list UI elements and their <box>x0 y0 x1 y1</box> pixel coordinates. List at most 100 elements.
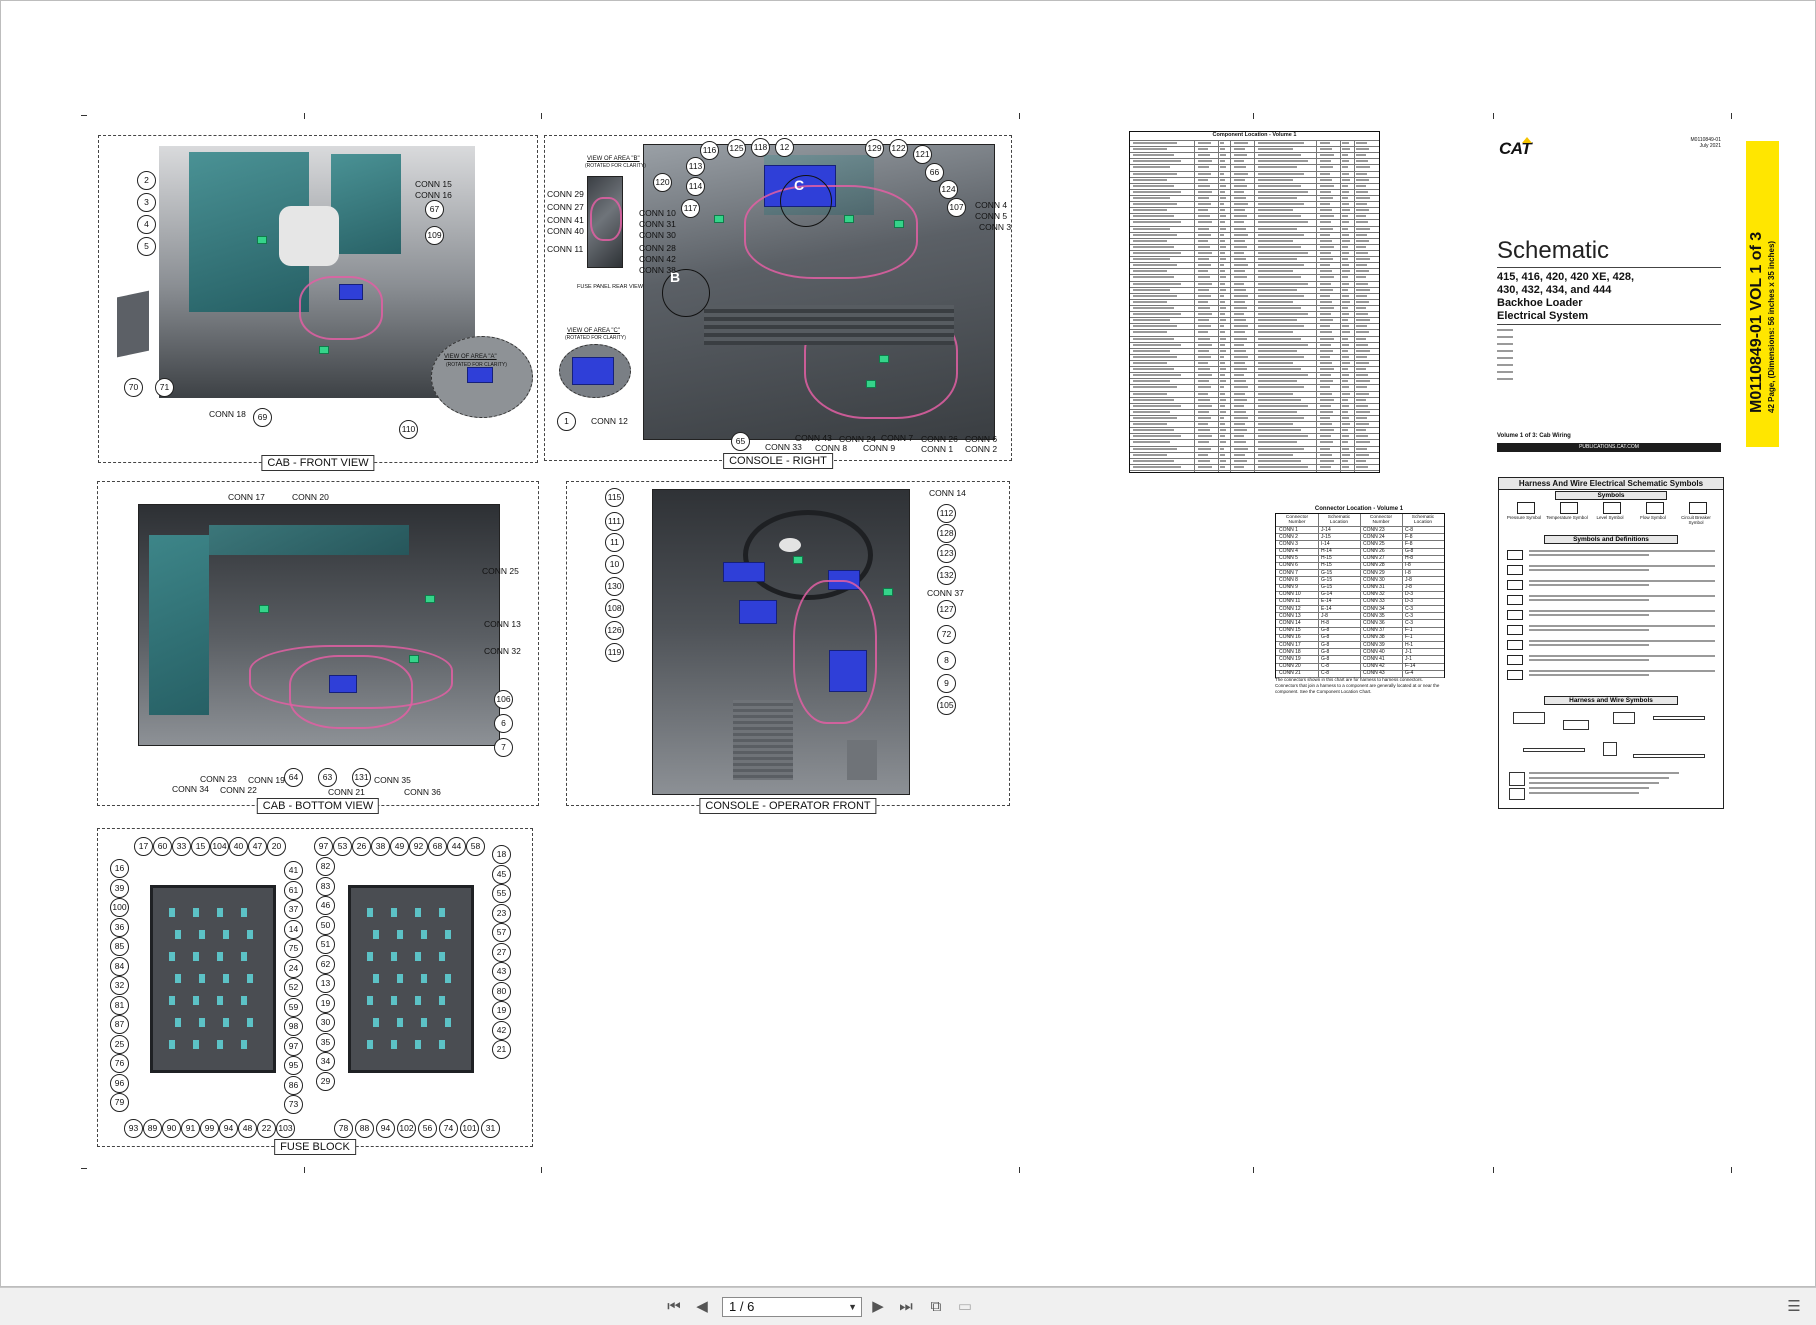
callout[interactable]: 108 <box>605 599 624 618</box>
callout[interactable]: 92 <box>409 837 428 856</box>
callout[interactable]: 93 <box>124 1119 143 1138</box>
callout[interactable]: 7 <box>494 738 513 757</box>
callout[interactable]: 111 <box>605 512 624 531</box>
callout[interactable]: 36 <box>110 917 129 937</box>
callout[interactable]: 34 <box>316 1052 335 1071</box>
callout[interactable]: 33 <box>172 837 191 856</box>
callout[interactable]: 68 <box>428 837 447 856</box>
callout[interactable]: 81 <box>110 995 129 1015</box>
callout[interactable]: 78 <box>334 1119 353 1138</box>
callout[interactable]: 71 <box>155 378 174 397</box>
callout[interactable]: 88 <box>355 1119 374 1138</box>
callout[interactable]: 51 <box>316 935 335 954</box>
callout[interactable]: 102 <box>397 1119 416 1138</box>
callout[interactable]: 22 <box>257 1119 276 1138</box>
callout[interactable]: 17 <box>134 837 153 856</box>
callout[interactable]: 8 <box>937 651 956 670</box>
callout[interactable]: 29 <box>316 1071 335 1091</box>
callout[interactable]: 1 <box>557 412 576 431</box>
callout[interactable]: 42 <box>492 1020 511 1040</box>
callout[interactable]: 50 <box>316 915 335 935</box>
callout[interactable]: 82 <box>316 857 335 876</box>
callout[interactable]: 72 <box>937 625 956 644</box>
last-page-icon[interactable]: ⏭ <box>896 1297 916 1317</box>
callout[interactable]: 130 <box>605 577 624 596</box>
callout[interactable]: 96 <box>110 1073 129 1093</box>
callout[interactable]: 60 <box>153 837 172 856</box>
callout[interactable]: 125 <box>727 139 746 158</box>
callout[interactable]: 53 <box>333 837 352 856</box>
callout[interactable]: 13 <box>316 974 335 993</box>
callout[interactable]: 73 <box>284 1095 303 1114</box>
callout[interactable]: 14 <box>284 919 303 939</box>
callout[interactable]: 89 <box>143 1119 162 1138</box>
callout[interactable]: 126 <box>605 621 624 640</box>
document-viewer[interactable]: VIEW OF AREA "A" (ROTATED FOR CLARITY) 2… <box>0 0 1816 1287</box>
callout[interactable]: 94 <box>219 1119 238 1138</box>
callout[interactable]: 57 <box>492 923 511 942</box>
callout[interactable]: 19 <box>316 993 335 1013</box>
callout[interactable]: 76 <box>110 1054 129 1073</box>
callout[interactable]: 75 <box>284 939 303 958</box>
callout[interactable]: 5 <box>137 237 156 256</box>
previous-page-icon[interactable]: ◀ <box>692 1297 712 1317</box>
callout[interactable]: 116 <box>700 141 719 160</box>
callout[interactable]: 128 <box>937 524 956 543</box>
callout[interactable]: 52 <box>284 978 303 997</box>
callout[interactable]: 127 <box>937 600 956 619</box>
sidebar-icon[interactable]: ☰ <box>1784 1297 1804 1317</box>
callout[interactable]: 129 <box>865 139 884 158</box>
callout[interactable]: 10 <box>605 555 624 574</box>
callout[interactable]: 16 <box>110 859 129 878</box>
callout[interactable]: 25 <box>110 1034 129 1054</box>
next-page-icon[interactable]: ▶ <box>868 1297 888 1317</box>
callout[interactable]: 41 <box>284 861 303 880</box>
callout[interactable]: 62 <box>316 954 335 974</box>
callout[interactable]: 104 <box>210 837 229 856</box>
callout[interactable]: 12 <box>775 138 794 157</box>
callout[interactable]: 64 <box>284 768 303 787</box>
callout[interactable]: 61 <box>284 880 303 900</box>
callout[interactable]: 80 <box>492 981 511 1001</box>
callout[interactable]: 98 <box>284 1017 303 1036</box>
callout[interactable]: 94 <box>376 1119 395 1138</box>
callout[interactable]: 58 <box>466 837 485 856</box>
callout[interactable]: 90 <box>162 1119 181 1138</box>
callout[interactable]: 112 <box>937 504 956 523</box>
callout[interactable]: 20 <box>267 837 286 856</box>
callout[interactable]: 37 <box>284 900 303 919</box>
callout[interactable]: 15 <box>191 837 210 856</box>
callout[interactable]: 69 <box>253 408 272 427</box>
callout[interactable]: 65 <box>731 432 750 451</box>
callout[interactable]: 97 <box>284 1036 303 1056</box>
callout[interactable]: 109 <box>425 226 444 245</box>
callout[interactable]: 46 <box>316 896 335 915</box>
callout[interactable]: 118 <box>751 138 770 157</box>
callout[interactable]: 87 <box>110 1015 129 1034</box>
callout[interactable]: 91 <box>181 1119 200 1138</box>
callout[interactable]: 107 <box>947 198 966 217</box>
callout[interactable]: 85 <box>110 937 129 956</box>
callout[interactable]: 11 <box>605 533 624 552</box>
callout[interactable]: 120 <box>653 173 672 192</box>
callout[interactable]: 59 <box>284 997 303 1017</box>
callout[interactable]: 95 <box>284 1056 303 1075</box>
callout[interactable]: 103 <box>276 1119 295 1138</box>
callout[interactable]: 23 <box>492 903 511 923</box>
callout[interactable]: 86 <box>284 1075 303 1095</box>
callout[interactable]: 83 <box>316 876 335 896</box>
callout[interactable]: 44 <box>447 837 466 856</box>
callout[interactable]: 79 <box>110 1093 129 1112</box>
callout[interactable]: 2 <box>137 171 156 190</box>
callout[interactable]: 99 <box>200 1119 219 1138</box>
callout[interactable]: 105 <box>937 696 956 715</box>
callout[interactable]: 119 <box>605 643 624 662</box>
callout[interactable]: 122 <box>889 139 908 158</box>
callout[interactable]: 114 <box>686 177 705 196</box>
callout[interactable]: 124 <box>939 180 958 199</box>
callout[interactable]: 27 <box>492 942 511 962</box>
page-number-select[interactable]: 1 / 6 ▼ <box>722 1297 862 1317</box>
callout[interactable]: 3 <box>137 193 156 212</box>
callout[interactable]: 74 <box>439 1119 458 1138</box>
callout[interactable]: 115 <box>605 488 624 507</box>
